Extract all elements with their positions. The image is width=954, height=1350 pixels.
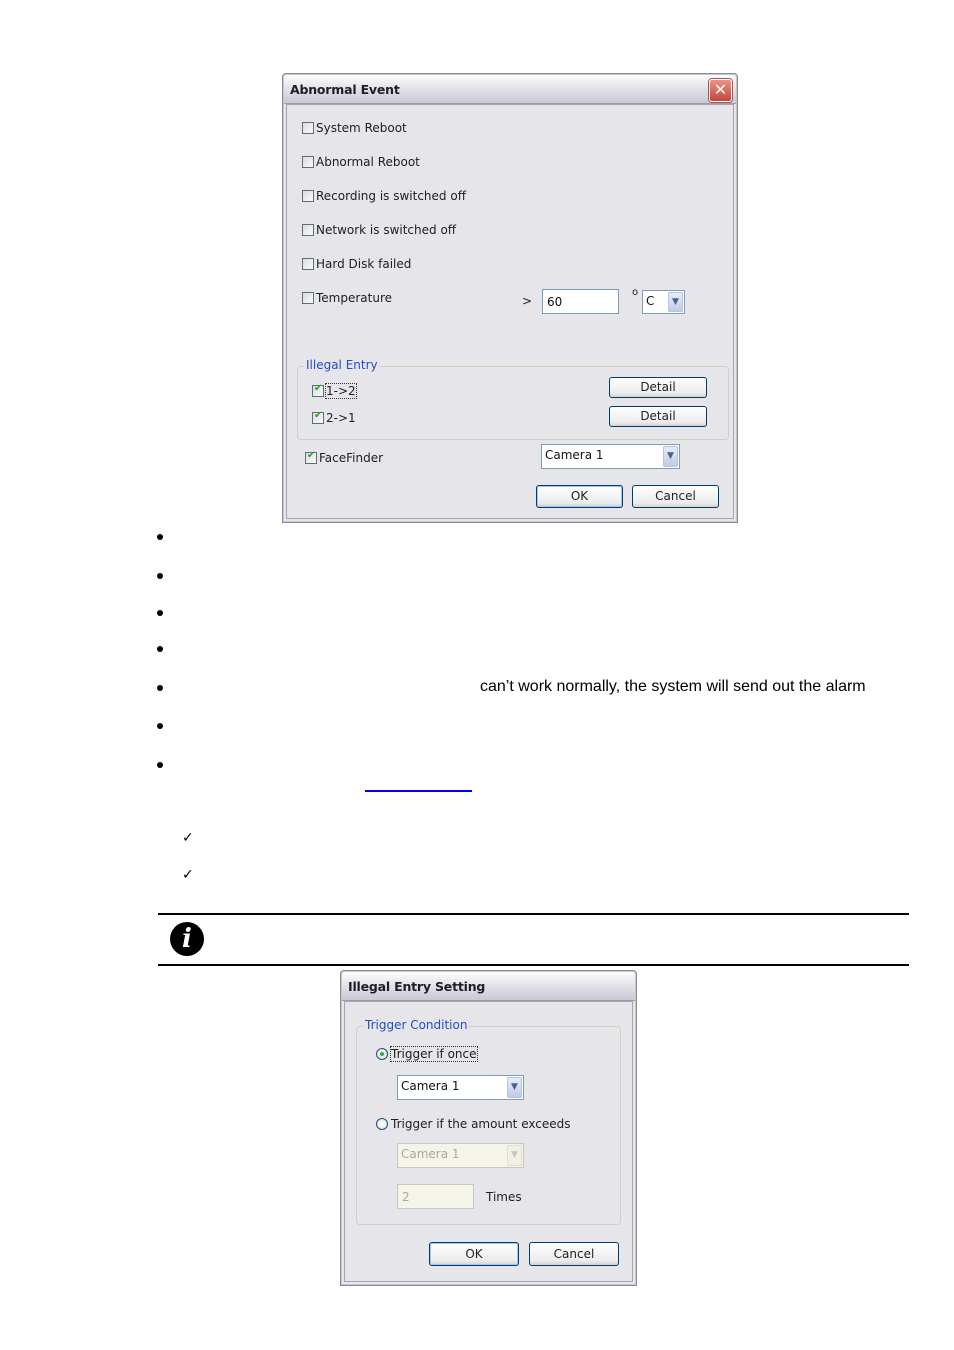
times-input[interactable] [397, 1184, 474, 1209]
bullet-point [157, 534, 163, 540]
selected-camera: Camera 1 [545, 448, 604, 462]
dialog-title: Abnormal Event [290, 82, 400, 97]
checkbox-facefinder[interactable]: FaceFinder [305, 450, 384, 465]
checkbox-entry-1-to-2[interactable]: 1->2 [312, 383, 357, 399]
selected-unit: C [646, 294, 655, 308]
bullet-point [157, 573, 163, 579]
facefinder-camera-select[interactable]: Camera 1 ▼ [541, 444, 680, 469]
cancel-button[interactable]: Cancel [632, 485, 719, 508]
checkbox-box[interactable] [302, 258, 314, 270]
checkbox-box[interactable] [302, 190, 314, 202]
degree-symbol: o [632, 287, 639, 298]
checkbox-label: Recording is switched off [316, 189, 466, 203]
bullet-point [157, 762, 163, 768]
checkbox-label: System Reboot [316, 121, 407, 135]
detail-button-2-to-1[interactable]: Detail [609, 406, 707, 427]
checkbox-label: 2->1 [326, 411, 356, 425]
dialog-title: Illegal Entry Setting [348, 979, 486, 994]
checkbox-recording-off[interactable]: Recording is switched off [302, 189, 466, 203]
checkbox-box[interactable] [312, 383, 324, 397]
group-legend: Illegal Entry [304, 358, 380, 372]
bullet-point [157, 610, 163, 616]
checkbox-label: FaceFinder [319, 451, 384, 465]
temperature-operator: > [522, 294, 533, 308]
checkbox-box[interactable] [305, 450, 317, 464]
bullet-point [157, 685, 163, 691]
temperature-unit-select[interactable]: C ▼ [642, 290, 685, 314]
checkbox-box[interactable] [302, 224, 314, 236]
checkbox-box[interactable] [302, 292, 314, 304]
bullet-point [157, 646, 163, 652]
checkbox-system-reboot[interactable]: System Reboot [302, 121, 407, 135]
selected-camera: Camera 1 [401, 1079, 460, 1093]
checkbox-temperature[interactable]: Temperature [302, 291, 392, 305]
chevron-down-icon[interactable]: ▼ [668, 292, 683, 312]
checkbox-hard-disk-failed[interactable]: Hard Disk failed [302, 257, 411, 271]
dialog-titlebar[interactable]: Abnormal Event ✕ [284, 75, 736, 104]
hyperlink[interactable] [365, 790, 472, 792]
radio-button[interactable] [376, 1048, 388, 1060]
checkmark-icon: ✓ [182, 830, 194, 846]
trigger-amount-camera-select[interactable]: Camera 1 ▼ [397, 1143, 524, 1168]
checkbox-entry-2-to-1[interactable]: 2->1 [312, 410, 356, 425]
checkbox-box[interactable] [302, 156, 314, 168]
checkbox-label: Temperature [316, 291, 393, 305]
ok-button[interactable]: OK [536, 485, 623, 508]
cancel-button[interactable]: Cancel [529, 1242, 619, 1266]
info-icon: i [170, 922, 204, 956]
dialog-titlebar[interactable]: Illegal Entry Setting [342, 972, 635, 1001]
bullet-text-hard-disk: can’t work normally, the system will sen… [480, 678, 866, 695]
times-label: Times [486, 1190, 522, 1204]
note-bottom-rule [158, 964, 909, 966]
radio-trigger-amount[interactable]: Trigger if the amount exceeds [376, 1117, 571, 1131]
checkbox-label: Hard Disk failed [316, 257, 412, 271]
checkbox-box[interactable] [312, 410, 324, 424]
checkbox-network-off[interactable]: Network is switched off [302, 223, 456, 237]
temperature-value-input[interactable] [542, 289, 619, 314]
chevron-down-icon[interactable]: ▼ [663, 446, 678, 467]
group-legend: Trigger Condition [363, 1018, 470, 1032]
trigger-once-camera-select[interactable]: Camera 1 ▼ [397, 1075, 524, 1100]
selected-camera: Camera 1 [401, 1147, 460, 1161]
bullet-point [157, 723, 163, 729]
checkbox-abnormal-reboot[interactable]: Abnormal Reboot [302, 155, 420, 169]
note-top-rule [158, 913, 909, 915]
checkbox-label: Abnormal Reboot [316, 155, 420, 169]
checkbox-label: Network is switched off [316, 223, 457, 237]
ok-button[interactable]: OK [429, 1242, 519, 1266]
radio-label: Trigger if once [390, 1046, 478, 1062]
close-icon[interactable]: ✕ [709, 79, 732, 102]
chevron-down-icon[interactable]: ▼ [507, 1077, 522, 1098]
chevron-down-icon[interactable]: ▼ [507, 1145, 522, 1166]
radio-label: Trigger if the amount exceeds [391, 1117, 571, 1131]
detail-button-1-to-2[interactable]: Detail [609, 377, 707, 398]
checkbox-label: 1->2 [325, 383, 357, 399]
checkmark-icon: ✓ [182, 867, 194, 883]
radio-trigger-once[interactable]: Trigger if once [376, 1046, 478, 1062]
radio-button[interactable] [376, 1118, 388, 1130]
checkbox-box[interactable] [302, 122, 314, 134]
